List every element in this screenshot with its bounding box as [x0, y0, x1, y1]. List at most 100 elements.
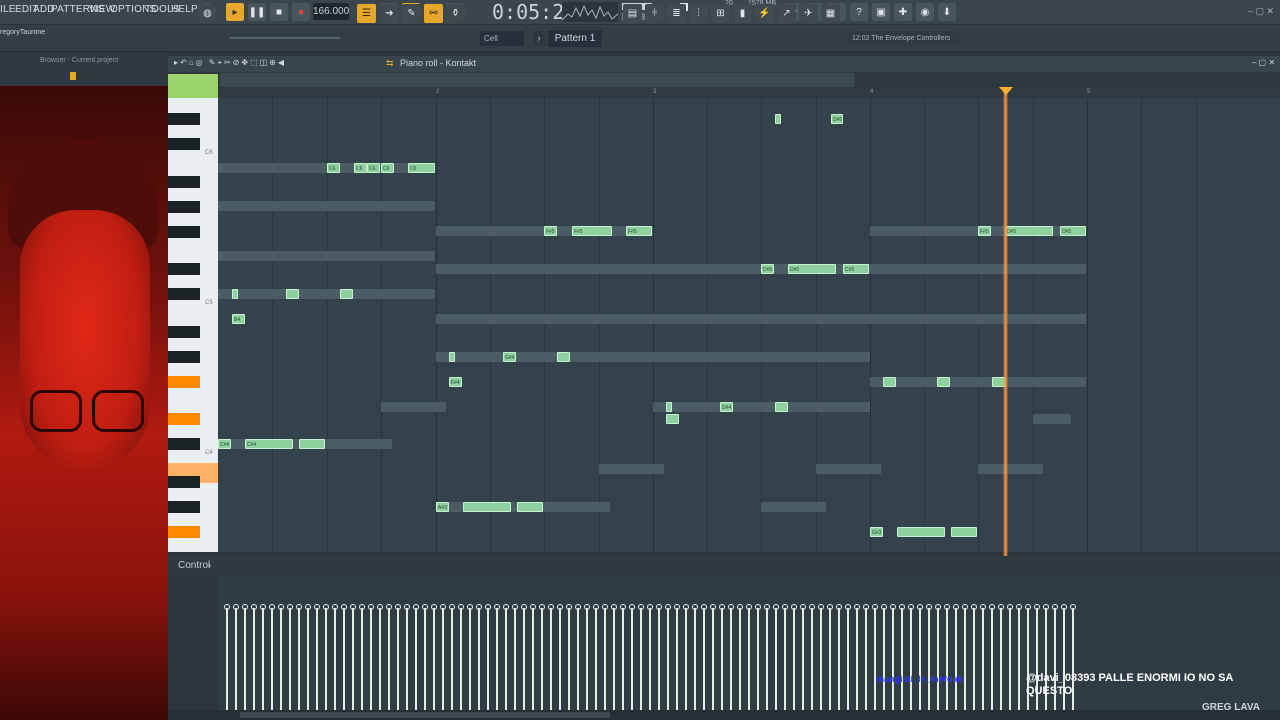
stamp-icon[interactable]: ⚱	[446, 4, 465, 23]
velocity-handle[interactable]	[557, 604, 563, 610]
trash-icon[interactable]: ▦	[821, 4, 840, 23]
export-icon[interactable]: ✈	[799, 4, 818, 23]
velocity-bar[interactable]	[667, 608, 669, 710]
midi-note[interactable]: C6	[367, 163, 380, 173]
midi-note[interactable]: D#5	[788, 264, 836, 274]
velocity-handle[interactable]	[926, 604, 932, 610]
velocity-bar[interactable]	[937, 608, 939, 710]
velocity-bar[interactable]	[982, 608, 984, 710]
piano-roll-tools[interactable]: ▸↶⌂◎ ✎⌖✂⊘✥⬚◫⊕◀	[174, 58, 286, 68]
velocity-bar[interactable]	[388, 608, 390, 710]
velocity-handle[interactable]	[431, 604, 437, 610]
velocity-bar[interactable]	[505, 608, 507, 710]
velocity-handle[interactable]	[656, 604, 662, 610]
velocity-bar[interactable]	[469, 608, 471, 710]
velocity-handle[interactable]	[395, 604, 401, 610]
menu-file[interactable]: ILE	[0, 4, 16, 15]
velocity-bar[interactable]	[271, 608, 273, 710]
velocity-bar[interactable]	[811, 608, 813, 710]
velocity-bar[interactable]	[451, 608, 453, 710]
velocity-handle[interactable]	[971, 604, 977, 610]
velocity-handle[interactable]	[611, 604, 617, 610]
velocity-bar[interactable]	[820, 608, 822, 710]
midi-note[interactable]: F#5	[626, 226, 652, 236]
piano-roll-icon[interactable]: ≣	[667, 4, 686, 23]
midi-note[interactable]: C6	[408, 163, 435, 173]
velocity-bar[interactable]	[262, 608, 264, 710]
velocity-bar[interactable]	[874, 608, 876, 710]
midi-note[interactable]: G#4	[503, 352, 516, 362]
velocity-handle[interactable]	[683, 604, 689, 610]
velocity-bar[interactable]	[487, 608, 489, 710]
velocity-handle[interactable]	[359, 604, 365, 610]
velocity-bar[interactable]	[577, 608, 579, 710]
midi-note[interactable]	[557, 352, 570, 362]
black-key[interactable]	[168, 351, 200, 363]
pattern-prev-icon[interactable]: ›	[533, 31, 545, 46]
velocity-handle[interactable]	[224, 604, 230, 610]
velocity-bar[interactable]	[334, 608, 336, 710]
velocity-bar[interactable]	[694, 608, 696, 710]
velocity-bar[interactable]	[640, 608, 642, 710]
midi-note[interactable]: C#4	[245, 439, 293, 449]
velocity-handle[interactable]	[755, 604, 761, 610]
help-icon[interactable]: ?	[850, 3, 868, 21]
black-key[interactable]	[168, 226, 200, 238]
velocity-bar[interactable]	[766, 608, 768, 710]
velocity-handle[interactable]	[440, 604, 446, 610]
velocity-handle[interactable]	[998, 604, 1004, 610]
midi-note[interactable]	[937, 377, 950, 387]
velocity-bar[interactable]	[919, 608, 921, 710]
velocity-handle[interactable]	[278, 604, 284, 610]
menu-help[interactable]: HELP	[171, 4, 198, 15]
highlighted-key[interactable]	[168, 413, 200, 425]
midi-note[interactable]	[463, 502, 511, 512]
velocity-handle[interactable]	[818, 604, 824, 610]
velocity-handle[interactable]	[836, 604, 842, 610]
velocity-handle[interactable]	[1034, 604, 1040, 610]
velocity-bar[interactable]	[532, 608, 534, 710]
velocity-handle[interactable]	[710, 604, 716, 610]
pattern-selector[interactable]: Pattern 1	[548, 30, 602, 47]
velocity-bar[interactable]	[658, 608, 660, 710]
velocity-bar[interactable]	[829, 608, 831, 710]
master-slider[interactable]	[230, 37, 340, 39]
instrument-arrow-icon[interactable]: ⇆	[386, 58, 394, 69]
midi-note[interactable]: F#5	[544, 226, 557, 236]
velocity-handle[interactable]	[854, 604, 860, 610]
velocity-bar[interactable]	[757, 608, 759, 710]
velocity-bar[interactable]	[496, 608, 498, 710]
velocity-bar[interactable]	[406, 608, 408, 710]
velocity-handle[interactable]	[476, 604, 482, 610]
velocity-handle[interactable]	[746, 604, 752, 610]
velocity-handle[interactable]	[404, 604, 410, 610]
velocity-handle[interactable]	[809, 604, 815, 610]
midi-note[interactable]	[666, 402, 672, 412]
velocity-handle[interactable]	[539, 604, 545, 610]
velocity-handle[interactable]	[593, 604, 599, 610]
velocity-bar[interactable]	[397, 608, 399, 710]
velocity-bar[interactable]	[955, 608, 957, 710]
velocity-handle[interactable]	[251, 604, 257, 610]
pause-icon[interactable]: ❚❚	[248, 3, 266, 21]
velocity-handle[interactable]	[1016, 604, 1022, 610]
velocity-bar[interactable]	[892, 608, 894, 710]
midi-note[interactable]	[883, 377, 896, 387]
velocity-handle[interactable]	[782, 604, 788, 610]
midi-note[interactable]: A#3	[436, 502, 449, 512]
stop-icon[interactable]: ■	[270, 3, 288, 21]
velocity-handle[interactable]	[692, 604, 698, 610]
velocity-bar[interactable]	[649, 608, 651, 710]
velocity-handle[interactable]	[962, 604, 968, 610]
velocity-handle[interactable]	[989, 604, 995, 610]
velocity-handle[interactable]	[791, 604, 797, 610]
velocity-bar[interactable]	[343, 608, 345, 710]
midi-note[interactable]: C6	[354, 163, 367, 173]
velocity-handle[interactable]	[242, 604, 248, 610]
midi-note[interactable]: D#4	[720, 402, 733, 412]
velocity-bar[interactable]	[244, 608, 246, 710]
black-key[interactable]	[168, 113, 200, 125]
midi-note[interactable]	[897, 527, 945, 537]
velocity-bar[interactable]	[775, 608, 777, 710]
velocity-bar[interactable]	[883, 608, 885, 710]
